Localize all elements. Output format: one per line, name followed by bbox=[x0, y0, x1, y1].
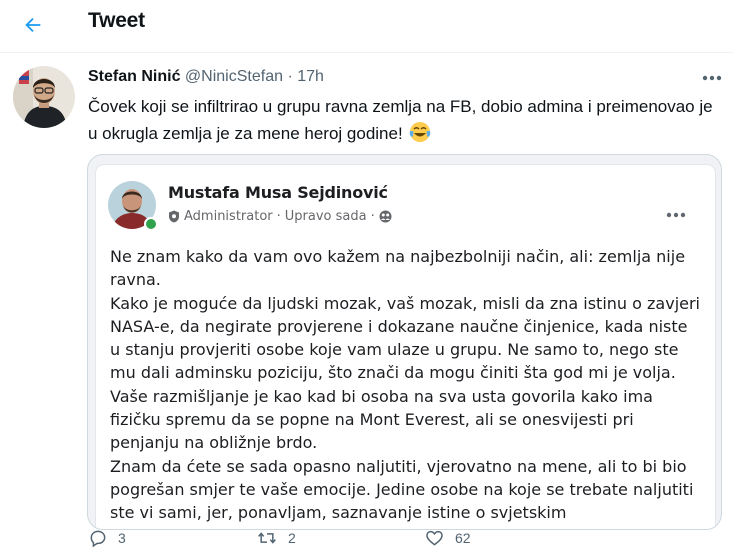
heart-icon bbox=[426, 530, 443, 546]
post-meta: Administrator · Upravo sada · bbox=[168, 209, 392, 224]
avatar[interactable] bbox=[13, 66, 75, 128]
shield-icon bbox=[169, 210, 179, 223]
embedded-image[interactable]: Mustafa Musa Sejdinović Administrator · … bbox=[87, 154, 722, 530]
post-paragraph: Kako je moguće da ljudski mozak, vaš moz… bbox=[110, 293, 700, 453]
reply-icon bbox=[90, 530, 106, 548]
tweet-body: Čovek koji se infiltrirao u grupu ravna … bbox=[88, 97, 713, 143]
post-author-name: Mustafa Musa Sejdinović bbox=[168, 183, 388, 202]
separator-dot: · bbox=[276, 209, 281, 224]
more-options-button[interactable] bbox=[697, 68, 727, 88]
like-button[interactable]: 62 bbox=[424, 528, 471, 548]
author-name[interactable]: Stefan Ninić bbox=[88, 68, 180, 85]
group-audience-icon bbox=[379, 210, 392, 223]
arrow-left-icon bbox=[25, 17, 41, 33]
author-handle[interactable]: @NinicStefan bbox=[185, 68, 283, 85]
post-more-options bbox=[662, 205, 690, 225]
reply-button[interactable]: 3 bbox=[88, 528, 126, 548]
post-paragraph: Ne znam kako da vam ovo kažem na najbezb… bbox=[110, 247, 686, 290]
more-horizontal-icon bbox=[702, 75, 722, 81]
separator-dot: · bbox=[370, 209, 375, 224]
retweet-icon bbox=[258, 532, 276, 544]
tweet-text: Čovek koji se infiltrirao u grupu ravna … bbox=[88, 93, 718, 147]
top-bar: Tweet bbox=[0, 0, 733, 53]
tweet-actions: 3 2 62 bbox=[88, 528, 588, 552]
online-status-indicator bbox=[144, 217, 158, 231]
like-count: 62 bbox=[455, 530, 471, 546]
back-button[interactable] bbox=[14, 6, 52, 44]
post-author-role: Administrator bbox=[184, 209, 273, 224]
tweet-header: Stefan Ninić @NinicStefan · 17h bbox=[88, 68, 324, 86]
page-title: Tweet bbox=[88, 9, 145, 32]
post-body: Ne znam kako da vam ovo kažem na najbezb… bbox=[110, 245, 700, 525]
reply-count: 3 bbox=[118, 530, 126, 546]
more-horizontal-icon bbox=[666, 212, 686, 218]
tears-of-joy-emoji-icon bbox=[410, 122, 431, 142]
post-timestamp: Upravo sada bbox=[284, 209, 367, 224]
tweet-timestamp[interactable]: 17h bbox=[297, 68, 324, 85]
facebook-post-card: Mustafa Musa Sejdinović Administrator · … bbox=[96, 165, 715, 529]
post-paragraph: Znam da ćete se sada opasno naljutiti, v… bbox=[110, 456, 694, 523]
retweet-button[interactable]: 2 bbox=[256, 528, 296, 548]
separator-dot: · bbox=[287, 68, 293, 85]
retweet-count: 2 bbox=[288, 530, 296, 546]
